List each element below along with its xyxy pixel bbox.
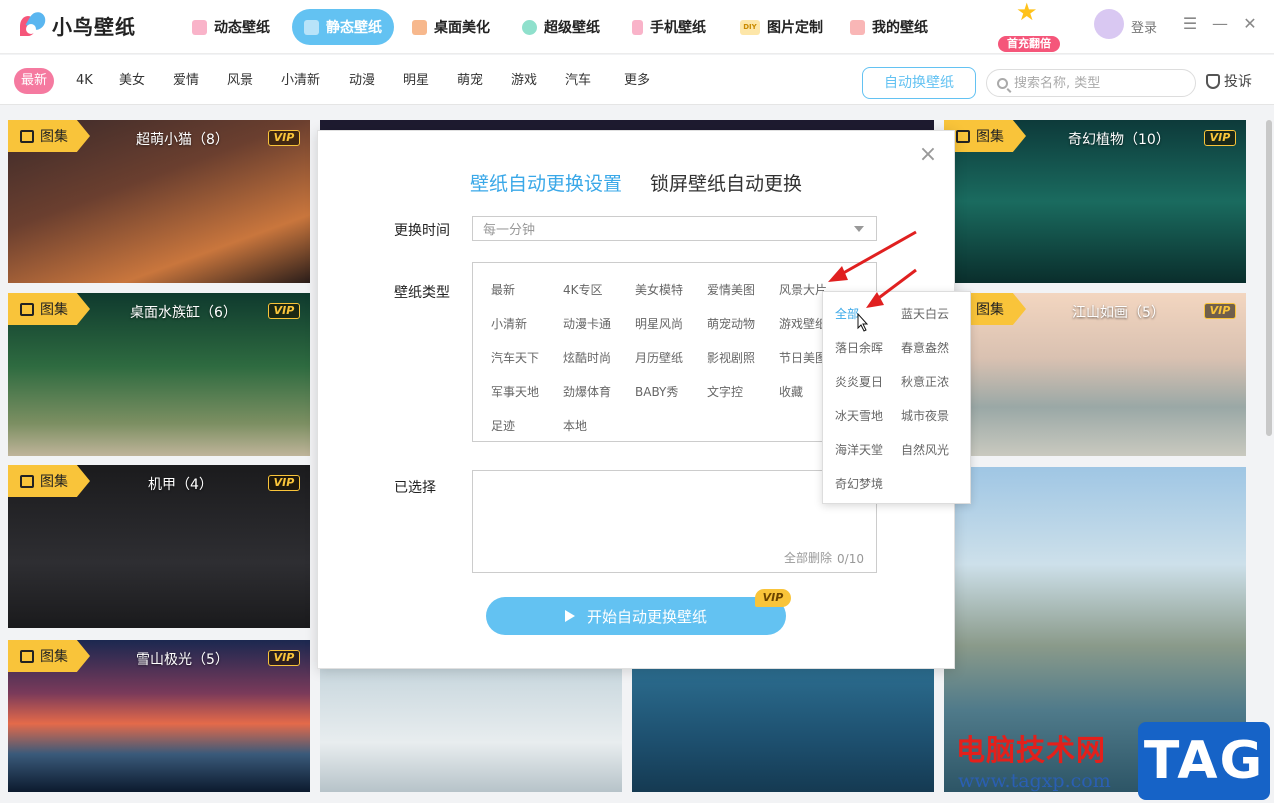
watermark-title: 电脑技术网 — [956, 733, 1107, 767]
red-arrowhead-icon — [828, 266, 848, 282]
watermark-tag-logo: TAG — [1138, 722, 1270, 800]
hand-cursor-icon — [857, 312, 869, 332]
app-window: 小鸟壁纸 动态壁纸 静态壁纸 桌面美化 超级壁纸 手机壁纸 DIY 图片定制 我… — [0, 0, 1274, 803]
watermark-url: www.tagxp.com — [958, 770, 1111, 792]
red-arrow-icon — [837, 230, 917, 278]
annotation-arrows — [828, 230, 917, 332]
red-arrow-icon — [875, 268, 917, 302]
